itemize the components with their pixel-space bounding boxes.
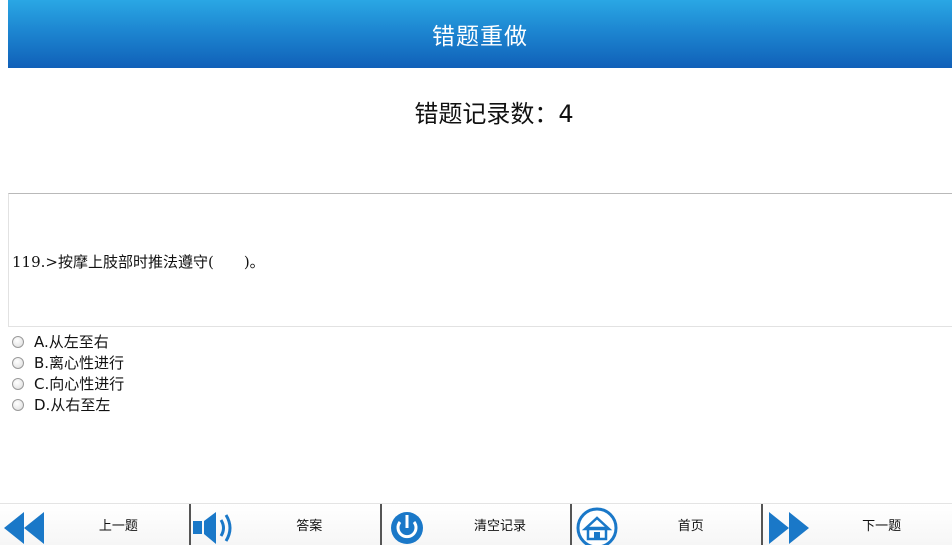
option-c-label: C.向心性进行 <box>34 375 125 393</box>
previous-button[interactable]: 上一题 <box>0 504 191 545</box>
question-box: 119.>按摩上肢部时推法遵守( )。 <box>8 193 952 327</box>
bottom-toolbar: 上一题 答案 清空记录 首页 下一题 <box>0 503 952 545</box>
next-label: 下一题 <box>862 519 902 534</box>
option-d-radio[interactable] <box>12 398 24 411</box>
option-a[interactable]: A.从左至右 <box>12 331 124 352</box>
option-c[interactable]: C.向心性进行 <box>12 373 124 394</box>
option-c-radio[interactable] <box>12 377 24 390</box>
previous-label: 上一题 <box>98 519 138 534</box>
answer-label: 答案 <box>296 519 323 534</box>
option-d[interactable]: D.从右至左 <box>12 394 124 415</box>
clear-records-label: 清空记录 <box>473 519 526 534</box>
power-icon <box>390 512 423 544</box>
answer-button[interactable]: 答案 <box>190 504 382 545</box>
option-d-label: D.从右至左 <box>34 396 111 414</box>
option-a-radio[interactable] <box>12 335 24 348</box>
home-label: 首页 <box>677 519 704 534</box>
previous-icon <box>4 512 44 544</box>
next-icon <box>769 512 810 544</box>
speaker-icon <box>192 512 232 544</box>
home-button[interactable]: 首页 <box>572 504 764 545</box>
option-b-label: B.离心性进行 <box>34 354 125 372</box>
option-a-label: A.从左至右 <box>34 333 109 351</box>
option-b-radio[interactable] <box>12 356 24 369</box>
page-title: 错题重做 <box>432 24 528 50</box>
next-button[interactable]: 下一题 <box>763 504 952 545</box>
record-count: 错题记录数：4 <box>414 100 574 128</box>
answer-options: A.从左至右 B.离心性进行 C.向心性进行 D.从右至左 <box>12 331 124 415</box>
option-b[interactable]: B.离心性进行 <box>12 352 124 373</box>
home-icon <box>576 507 618 545</box>
question-text: 119.>按摩上肢部时推法遵守( )。 <box>12 253 265 271</box>
clear-records-button[interactable]: 清空记录 <box>381 504 573 545</box>
page-header: 错题重做 <box>8 0 952 68</box>
